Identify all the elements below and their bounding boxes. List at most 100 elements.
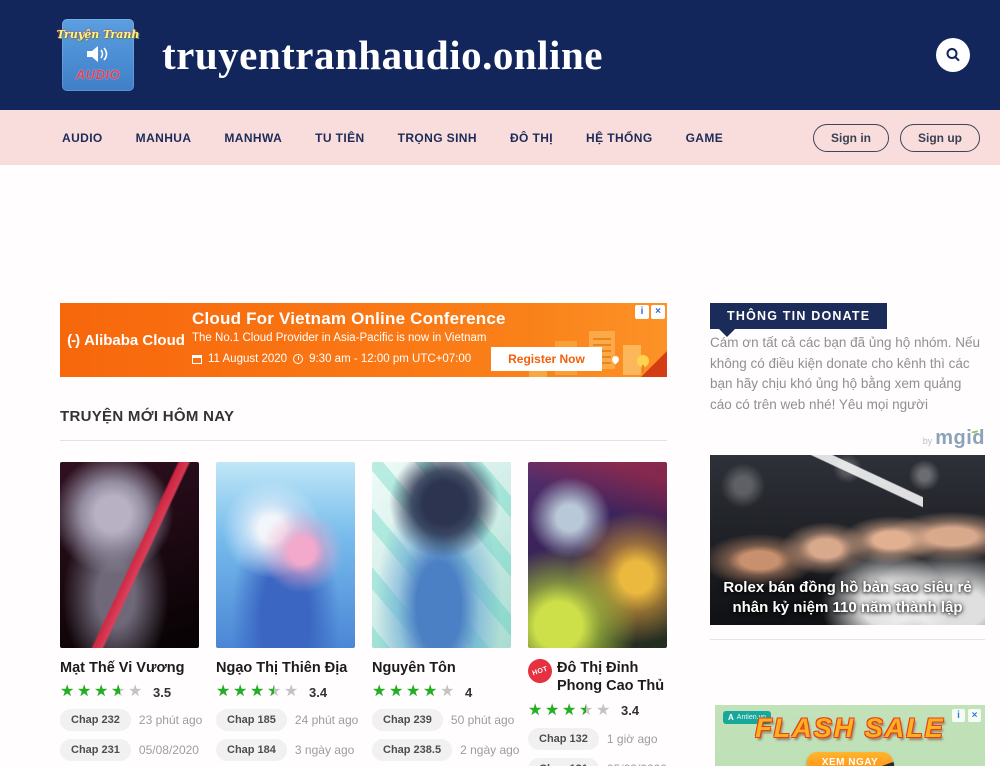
nav-item-tu-tien[interactable]: TU TIÊN xyxy=(315,131,364,145)
star-icon: ★ xyxy=(440,684,457,700)
chapter-row: Chap 184 3 ngày ago xyxy=(216,739,355,761)
ad-banner-title: Cloud For Vietnam Online Conference xyxy=(192,309,619,329)
sign-in-button[interactable]: Sign in xyxy=(813,124,889,152)
page: Truyện Tranh AUDIO truyentranhaudio.onli… xyxy=(0,0,1000,766)
chapter-time: 05/08/2020 xyxy=(607,762,667,766)
ad-close-icon[interactable]: × xyxy=(968,709,981,722)
comic-cover-image[interactable] xyxy=(216,462,355,648)
comic-card[interactable]: Ngạo Thị Thiên Địa ★★★★★★★★★ 3.4 Chap 18… xyxy=(216,462,355,766)
comic-card[interactable]: HOT Đô Thị Đỉnh Phong Cao Thủ ★★★★★★★★★ … xyxy=(528,462,667,766)
native-ad-image[interactable]: Rolex bán đồng hồ bản sao siêu rẻ nhân k… xyxy=(710,455,985,625)
nav-item-game[interactable]: GAME xyxy=(686,131,724,145)
nav-item-he-thong[interactable]: HỆ THỐNG xyxy=(586,131,653,145)
ad-info-icon[interactable]: i xyxy=(635,305,649,319)
main-nav: AUDIO MANHUA MANHWA TU TIÊN TRỌNG SINH Đ… xyxy=(0,110,1000,165)
chapter-time: 23 phút ago xyxy=(139,713,202,727)
clock-icon xyxy=(293,354,303,364)
comic-card[interactable]: Nguyên Tôn ★★★★★★★★★ 4 Chap 239 50 phút … xyxy=(372,462,511,766)
star-icon: ★★ xyxy=(389,684,406,700)
star-icon: ★★ xyxy=(111,684,128,700)
nav-item-manhua[interactable]: MANHUA xyxy=(136,131,192,145)
nav-item-trong-sinh[interactable]: TRỌNG SINH xyxy=(398,131,477,145)
chapter-badge[interactable]: Chap 239 xyxy=(372,709,443,731)
site-header: Truyện Tranh AUDIO truyentranhaudio.onli… xyxy=(0,0,1000,110)
comic-title[interactable]: Ngạo Thị Thiên Địa xyxy=(216,659,347,677)
chapter-time: 2 ngày ago xyxy=(460,743,519,757)
star-icon: ★★ xyxy=(562,703,579,719)
nav-item-do-thi[interactable]: ĐÔ THỊ xyxy=(510,131,553,145)
donate-ribbon: THÔNG TIN DONATE xyxy=(710,303,887,329)
chapter-badge[interactable]: Chap 132 xyxy=(528,728,599,750)
star-icon: ★★ xyxy=(267,684,284,700)
comic-cover-image[interactable] xyxy=(60,462,199,648)
donate-text: Cám ơn tất cả các bạn đã ủng hộ nhóm. Nế… xyxy=(710,333,985,415)
hot-badge: HOT xyxy=(525,656,555,686)
chapter-badge[interactable]: Chap 184 xyxy=(216,739,287,761)
star-icon: ★★ xyxy=(406,684,423,700)
mgid-logo: mgid xyxy=(935,427,985,450)
register-now-button[interactable]: Register Now xyxy=(491,347,602,371)
chapter-row: Chap 131 05/08/2020 xyxy=(528,758,667,766)
star-rating: ★★★★★★★★★ xyxy=(216,683,301,701)
star-icon: ★★ xyxy=(423,684,440,700)
speaker-icon xyxy=(85,43,111,65)
rating-value: 3.5 xyxy=(153,685,171,700)
rating-value: 3.4 xyxy=(621,703,639,718)
logo-text-top: Truyện Tranh xyxy=(57,28,140,41)
mgid-attribution[interactable]: by mgid xyxy=(923,427,985,450)
chapter-badge[interactable]: Chap 231 xyxy=(60,739,131,761)
comic-title[interactable]: Mạt Thế Vi Vương xyxy=(60,659,184,677)
comic-cover-image[interactable] xyxy=(528,462,667,648)
star-icon: ★★ xyxy=(77,684,94,700)
ad-banner-time: 9:30 am - 12:00 pm UTC+07:00 xyxy=(309,353,471,365)
xem-ngay-button[interactable]: XEM NGAY xyxy=(807,752,893,766)
chapter-row: Chap 185 24 phút ago xyxy=(216,709,355,731)
sidebar-divider xyxy=(710,639,985,640)
star-icon: ★★ xyxy=(545,703,562,719)
alibaba-ad-banner[interactable]: (-) Alibaba Cloud Cloud For Vietnam Onli… xyxy=(60,303,667,377)
star-icon: ★★ xyxy=(60,684,77,700)
chapter-badge[interactable]: Chap 185 xyxy=(216,709,287,731)
comic-title[interactable]: Nguyên Tôn xyxy=(372,659,456,677)
comic-card[interactable]: Mạt Thế Vi Vương ★★★★★★★★★ 3.5 Chap 232 … xyxy=(60,462,199,766)
flash-sale-title: FLASH SALE xyxy=(715,713,985,744)
star-icon: ★★ xyxy=(528,703,545,719)
comic-cover-image[interactable] xyxy=(372,462,511,648)
ad-close-icon[interactable]: × xyxy=(651,305,665,319)
sidebar: THÔNG TIN DONATE Cám ơn tất cả các bạn đ… xyxy=(710,165,985,191)
site-logo[interactable]: Truyện Tranh AUDIO xyxy=(62,19,134,91)
sign-up-button[interactable]: Sign up xyxy=(900,124,980,152)
comic-title[interactable]: Đô Thị Đỉnh Phong Cao Thủ xyxy=(557,659,667,696)
chapter-time: 05/08/2020 xyxy=(139,743,199,757)
calendar-icon xyxy=(192,355,202,364)
star-icon: ★★ xyxy=(233,684,250,700)
chapter-time: 24 phút ago xyxy=(295,713,358,727)
alibaba-logo-icon: (-) xyxy=(67,332,79,349)
chapter-row: Chap 132 1 giờ ago xyxy=(528,728,667,750)
chapter-row: Chap 231 05/08/2020 xyxy=(60,739,199,761)
chapter-time: 1 giờ ago xyxy=(607,732,658,746)
site-title[interactable]: truyentranhaudio.online xyxy=(162,31,603,79)
chapter-row: Chap 238.5 2 ngày ago xyxy=(372,739,511,761)
chapter-badge[interactable]: Chap 131 xyxy=(528,758,599,766)
star-rating: ★★★★★★★★★ xyxy=(528,702,613,720)
chapter-row: Chap 239 50 phút ago xyxy=(372,709,511,731)
nav-item-manhwa[interactable]: MANHWA xyxy=(224,131,282,145)
chapter-time: 50 phút ago xyxy=(451,713,514,727)
search-icon xyxy=(944,46,962,64)
chapter-badge[interactable]: Chap 232 xyxy=(60,709,131,731)
chapter-time: 3 ngày ago xyxy=(295,743,354,757)
star-icon: ★★ xyxy=(216,684,233,700)
star-icon: ★ xyxy=(284,684,301,700)
chapter-badge[interactable]: Chap 238.5 xyxy=(372,739,452,761)
flash-sale-ad[interactable]: A Antien.vn FLASH SALE XEM NGAY i × xyxy=(715,705,985,766)
chapter-row: Chap 232 23 phút ago xyxy=(60,709,199,731)
ad-banner-date: 11 August 2020 xyxy=(208,353,287,365)
nav-item-audio[interactable]: AUDIO xyxy=(62,131,103,145)
native-ad-caption[interactable]: Rolex bán đồng hồ bản sao siêu rẻ nhân k… xyxy=(710,578,985,617)
alibaba-brand-name: Alibaba Cloud xyxy=(84,332,185,349)
ad-info-icon[interactable]: i xyxy=(952,709,965,722)
star-icon: ★★ xyxy=(579,703,596,719)
star-rating: ★★★★★★★★★ xyxy=(372,683,457,701)
search-button[interactable] xyxy=(936,38,970,72)
